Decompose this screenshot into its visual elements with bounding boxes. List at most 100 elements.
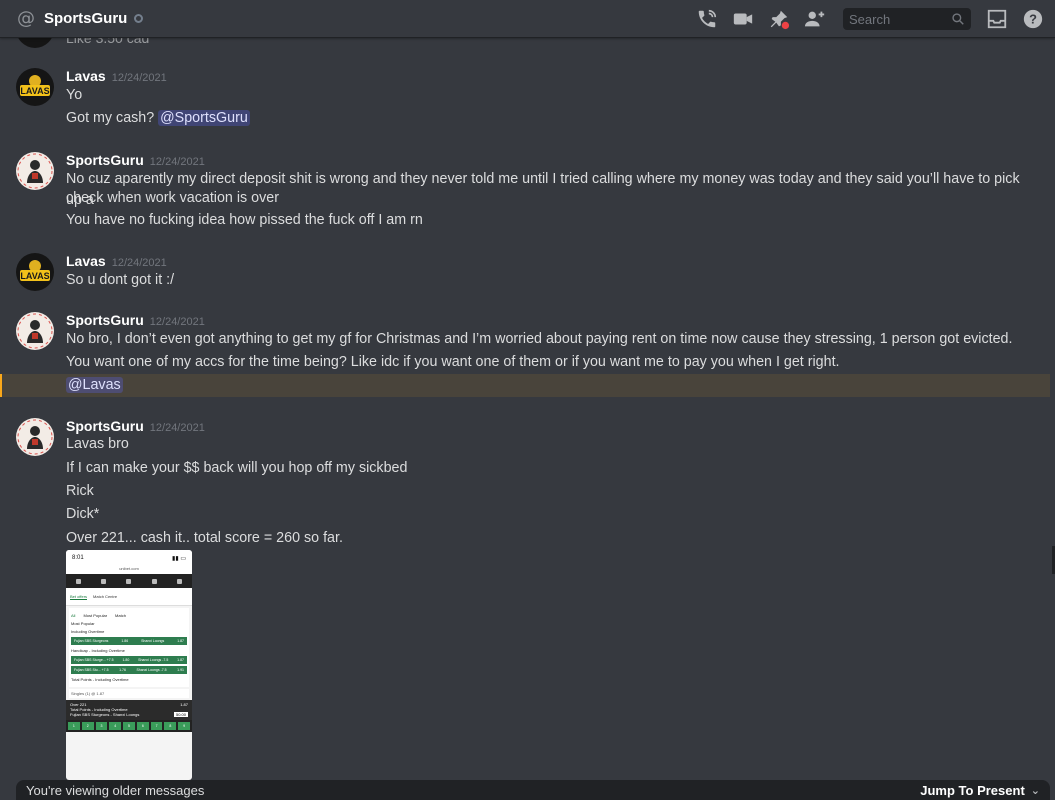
message-list[interactable]: Like 3.50 cad LAVAS Lavas 12/24/2021 Yo G… xyxy=(0,38,1055,780)
message-timestamp: 12/24/2021 xyxy=(149,156,205,168)
section-title: Total Points - Including Overtime xyxy=(71,677,129,682)
lavas-logo-icon: LAVAS xyxy=(20,260,50,281)
message-timestamp: 12/24/2021 xyxy=(111,72,167,84)
team: Shanxi Loongs -7.5 xyxy=(136,668,167,672)
team: Fujian SBS Sturgeons xyxy=(74,639,109,643)
key: 5 xyxy=(123,722,135,730)
chevron-down-icon: ⌄ xyxy=(1030,783,1040,797)
search-box[interactable] xyxy=(843,8,971,30)
message-text: @Lavas xyxy=(66,375,1026,396)
odds: 1.76 xyxy=(119,668,126,672)
message-author[interactable]: SportsGuru 12/24/2021 xyxy=(66,152,205,168)
app-tabs: Bet offers Match Centre xyxy=(66,588,192,606)
user-mention[interactable]: @Lavas xyxy=(66,377,123,393)
message-text: Lavas bro xyxy=(66,436,129,452)
odds: 1.80 xyxy=(122,658,130,662)
bet-slip-header: Singles (1) @ 1.87 xyxy=(69,689,189,698)
phone-call-icon xyxy=(698,9,717,28)
svg-text:LAVAS: LAVAS xyxy=(20,86,49,96)
keypad: 1 2 3 4 5 6 7 8 9 xyxy=(66,720,192,732)
author-name[interactable]: Lavas xyxy=(66,68,106,84)
section-label: Including Overtime xyxy=(71,629,105,634)
odds: 1.86 xyxy=(121,639,129,643)
message-text: Over 221... cash it.. total score = 260 … xyxy=(66,530,343,546)
search-input[interactable] xyxy=(849,11,945,27)
message-text: Like 3.50 cad xyxy=(66,38,150,46)
message-text: Got my cash? @SportsGuru xyxy=(66,108,1026,129)
team: Shanxi Loongs xyxy=(141,639,165,643)
key: 3 xyxy=(95,722,108,730)
slip-stake: 50.00 xyxy=(173,712,188,717)
pin-icon xyxy=(770,10,790,30)
author-name[interactable]: SportsGuru xyxy=(66,312,144,328)
odds: 1.87 xyxy=(177,658,184,662)
help-button[interactable]: ? xyxy=(1021,7,1045,31)
video-camera-icon xyxy=(733,13,753,25)
message-text: Yo xyxy=(66,87,83,103)
odds-row: Fujian SBS Sturgeons 1.86 Shanxi Loongs 1.8… xyxy=(71,637,187,645)
search-icon xyxy=(952,13,964,25)
message-text: You want one of my accs for the time bei… xyxy=(66,354,840,370)
avatar-lavas[interactable]: LAVAS xyxy=(16,68,54,106)
key: 8 xyxy=(164,722,177,730)
author-name[interactable]: SportsGuru xyxy=(66,152,144,168)
phone-status-bar: 8:01 ▮▮ ▭ xyxy=(66,550,192,566)
browser-url: unibet.com xyxy=(66,566,192,574)
lavas-logo-icon: LAVAS xyxy=(20,75,50,96)
message-timestamp: 12/24/2021 xyxy=(149,422,205,434)
image-attachment[interactable]: 8:01 ▮▮ ▭ unibet.com Bet offers Match Ce… xyxy=(66,550,192,780)
message-text: Rick xyxy=(66,483,94,499)
pinned-messages-button[interactable] xyxy=(767,7,791,31)
author-name[interactable]: Lavas xyxy=(66,253,106,269)
jump-label: Jump To Present xyxy=(920,782,1025,798)
message-author[interactable]: Lavas 12/24/2021 xyxy=(66,68,167,84)
subtab: All xyxy=(71,613,76,618)
author-name[interactable]: SportsGuru xyxy=(66,418,144,434)
subtab: Most Popular xyxy=(83,613,108,618)
help-icon: ? xyxy=(1023,9,1043,29)
bet-slip: Over 221 1.87 Total Points - Including Ov… xyxy=(66,700,192,720)
avatar-sportsguru[interactable] xyxy=(16,152,54,190)
inbox-button[interactable] xyxy=(985,7,1009,31)
add-user-icon xyxy=(804,11,825,27)
add-friend-button[interactable] xyxy=(803,7,827,31)
team: Fujian SBS Stu... +7.5 xyxy=(74,668,109,672)
video-call-button[interactable] xyxy=(731,7,755,31)
svg-text:?: ? xyxy=(1029,12,1037,27)
jump-to-present-button[interactable]: Jump To Present ⌄ xyxy=(920,783,1040,798)
user-mention[interactable]: @SportsGuru xyxy=(158,110,250,126)
team: Fujian SBS Sturge... +7.5 xyxy=(74,658,114,662)
key: 4 xyxy=(109,722,122,730)
avatar-sportsguru[interactable] xyxy=(16,312,54,350)
message-text: No bro, I don’t even got anything to get… xyxy=(66,331,1013,347)
sportsguru-avatar-icon xyxy=(17,153,53,189)
older-messages-text: You're viewing older messages xyxy=(26,782,205,798)
app-tab: Match Centre xyxy=(93,594,118,599)
key: 1 xyxy=(68,722,80,730)
message-text: So u dont got it :/ xyxy=(66,272,175,288)
message-author[interactable]: SportsGuru 12/24/2021 xyxy=(66,312,205,328)
bet-offers-panel: All Most Popular Match Most Popular Incl… xyxy=(69,608,189,687)
avatar-lavas[interactable]: LAVAS xyxy=(16,253,54,291)
avatar xyxy=(16,38,54,48)
message-author[interactable]: Lavas 12/24/2021 xyxy=(66,253,167,269)
key: 2 xyxy=(81,722,94,730)
message-text: You have no fucking idea how pissed the … xyxy=(66,212,423,228)
signal-battery-icon: ▮▮ ▭ xyxy=(172,555,186,562)
inbox-icon xyxy=(987,9,1007,29)
key: 7 xyxy=(150,722,163,730)
message-text: If I can make your $$ back will you hop … xyxy=(66,460,408,476)
voice-call-button[interactable] xyxy=(695,7,719,31)
message-author[interactable]: SportsGuru 12/24/2021 xyxy=(66,418,205,434)
odds-row: Fujian SBS Sturge... +7.5 1.80 Shanxi Loon… xyxy=(71,656,187,664)
at-icon: @ xyxy=(17,7,35,29)
key: 9 xyxy=(178,722,191,730)
avatar-sportsguru[interactable] xyxy=(16,418,54,456)
team: Shanxi Loongs -7.5 xyxy=(138,658,169,662)
svg-text:LAVAS: LAVAS xyxy=(20,271,49,281)
section-title: Most Popular xyxy=(71,621,95,626)
odds: 1.91 xyxy=(177,668,184,672)
slip-match: Fujian SBS Sturgeons - Shanxi Loongs xyxy=(70,712,140,717)
phone-time: 8:01 xyxy=(72,555,84,561)
key: 6 xyxy=(136,722,149,730)
